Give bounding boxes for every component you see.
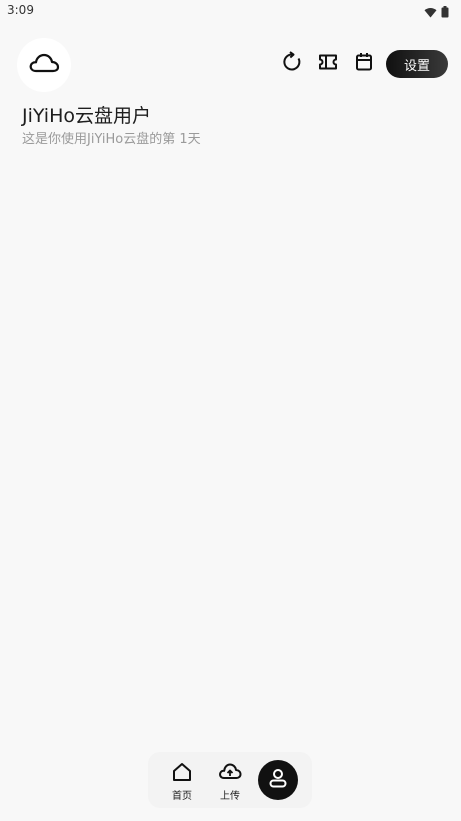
wifi-icon <box>424 3 437 22</box>
refresh-button[interactable] <box>280 51 304 77</box>
ticket-icon <box>317 51 339 77</box>
nav-home[interactable]: 首页 <box>165 762 199 802</box>
status-icons <box>424 3 449 22</box>
user-icon <box>268 767 288 793</box>
nav-home-label: 首页 <box>172 791 192 802</box>
settings-button[interactable]: 设置 <box>386 50 448 78</box>
status-bar: 3:09 <box>0 0 461 22</box>
user-name: JiYiHo云盘用户 <box>22 105 152 127</box>
nav-upload[interactable]: 上传 <box>213 762 247 802</box>
usage-days-text: 这是你使用JiYiHo云盘的第 1天 <box>22 132 201 147</box>
cloud-upload-icon <box>218 762 242 786</box>
cloud-icon <box>28 52 60 78</box>
calendar-icon <box>353 51 375 77</box>
nav-profile[interactable] <box>258 760 298 800</box>
nav-upload-label: 上传 <box>220 791 240 802</box>
home-icon <box>171 762 193 786</box>
refresh-icon <box>281 51 303 77</box>
avatar[interactable] <box>17 38 71 92</box>
calendar-button[interactable] <box>352 52 376 76</box>
status-time: 3:09 <box>7 3 34 17</box>
ticket-button[interactable] <box>316 52 340 76</box>
bottom-nav: 首页 上传 <box>148 752 312 808</box>
battery-icon <box>441 3 449 22</box>
